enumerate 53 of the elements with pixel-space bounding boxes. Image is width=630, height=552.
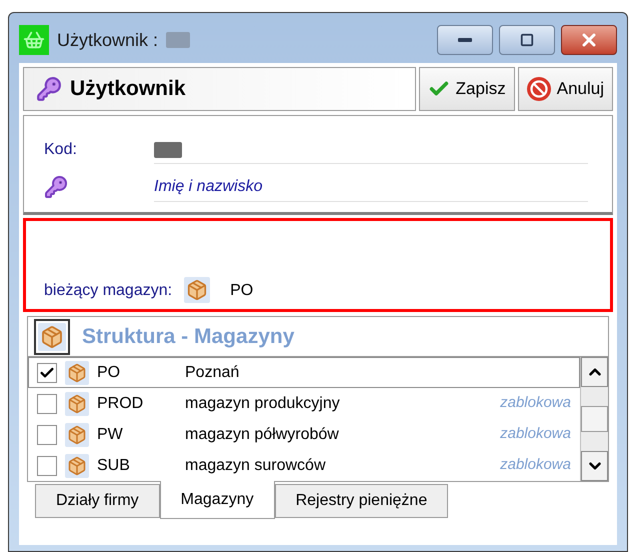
- key-icon: [36, 76, 62, 102]
- scrollbar-thumb[interactable]: [581, 406, 608, 432]
- window-title: Użytkownik :: [57, 28, 158, 52]
- code-label: Kod:: [44, 140, 78, 160]
- maximize-button[interactable]: [499, 25, 555, 55]
- close-button[interactable]: [561, 25, 617, 55]
- basket-icon: [19, 25, 49, 55]
- status-text: zablokowa: [500, 424, 571, 444]
- scrollbar[interactable]: [580, 357, 608, 481]
- box-icon: [65, 422, 89, 446]
- box-icon: [38, 322, 66, 350]
- checkbox[interactable]: [37, 394, 57, 414]
- redacted-block: [154, 142, 182, 158]
- current-warehouse-label: bieżący magazyn:: [44, 281, 172, 301]
- header-title: Użytkownik: [70, 76, 186, 102]
- maximize-icon: [520, 33, 534, 47]
- status-text: zablokowa: [500, 455, 571, 476]
- warehouse-row[interactable]: PROD magazyn produkcyjny zablokowa: [28, 388, 580, 419]
- box-icon: [65, 392, 89, 416]
- warehouse-row[interactable]: SUB magazyn surowców zablokowa: [28, 450, 580, 481]
- structure-title: Struktura - Magazyny: [82, 324, 294, 350]
- warehouse-row[interactable]: PO Poznań: [28, 357, 580, 388]
- key-icon: [44, 175, 68, 199]
- box-icon: [184, 277, 210, 303]
- warehouse-name: magazyn surowców: [185, 456, 326, 476]
- warehouse-code: SUB: [97, 456, 131, 476]
- warehouse-row[interactable]: PW magazyn półwyrobów zablokowa: [28, 419, 580, 450]
- tab[interactable]: Magazyny: [160, 481, 275, 519]
- tab[interactable]: Działy firmy: [35, 484, 160, 518]
- checkbox[interactable]: [37, 362, 57, 382]
- tab[interactable]: Rejestry pieniężne: [274, 484, 448, 518]
- cancel-button[interactable]: Anuluj: [518, 67, 613, 111]
- current-warehouse-value: PO: [230, 281, 254, 301]
- redacted-block: [166, 32, 190, 48]
- box-icon: [65, 454, 89, 478]
- warehouse-code: PROD: [97, 394, 144, 414]
- checkbox[interactable]: [37, 456, 57, 476]
- structure-button[interactable]: [34, 318, 70, 354]
- warehouse-name: magazyn półwyrobów: [185, 424, 340, 444]
- minimize-icon: [458, 38, 472, 42]
- warehouse-code: PO: [97, 362, 122, 382]
- scroll-up-button[interactable]: [581, 357, 608, 387]
- status-text: zablokowa: [500, 393, 571, 414]
- minimize-button[interactable]: [437, 25, 493, 55]
- warehouse-code: PW: [97, 424, 124, 444]
- checkbox[interactable]: [37, 424, 57, 444]
- scroll-down-button[interactable]: [581, 451, 608, 481]
- cancel-icon: [526, 77, 551, 101]
- name-field[interactable]: Imię i nazwisko: [154, 172, 588, 202]
- box-icon: [65, 360, 89, 384]
- warehouse-name: magazyn produkcyjny: [185, 394, 341, 414]
- warehouse-name: Poznań: [185, 362, 240, 382]
- save-button[interactable]: Zapisz: [418, 67, 515, 111]
